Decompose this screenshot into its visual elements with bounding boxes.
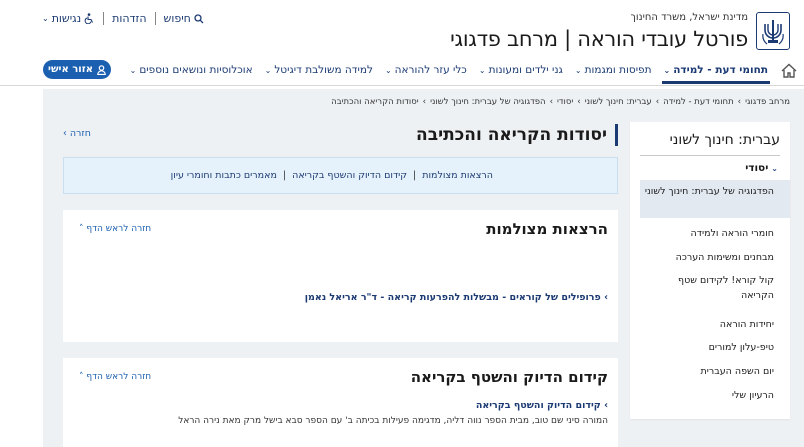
user-icon	[97, 64, 106, 75]
breadcrumb-separator: ›	[577, 97, 581, 107]
sidebar-divider	[640, 155, 780, 156]
breadcrumb-separator: ›	[737, 97, 742, 107]
lecture-link[interactable]: › פרופילים של קוראים - מבשלות להפרעות קר…	[305, 292, 608, 303]
sidebar-item-pedagogy[interactable]: הפדגוגיה של עברית: חינוך לשוני	[644, 184, 774, 199]
fluency-section: קידום הדיוק והשטף בקריאה חזרה לראש הדף ˄…	[63, 358, 618, 447]
anchor-lectures[interactable]: הרצאות מצולמות	[422, 170, 493, 181]
breadcrumb-item[interactable]: מרחב פדגוגי	[745, 97, 790, 107]
state-emblem-icon[interactable]	[756, 12, 790, 50]
anchor-links: הרצאות מצולמות | קידום הדיוק והשטף בקריא…	[63, 157, 618, 194]
sidebar-item-units[interactable]: יחידות הוראה	[644, 317, 774, 332]
chevron-up-icon: ˄	[79, 224, 84, 234]
login-link[interactable]: הזדהות	[112, 12, 146, 25]
site-header: מדינת ישראל, משרד החינוך פורטל עובדי הור…	[0, 0, 804, 58]
back-to-top-label: חזרה לראש הדף	[86, 372, 152, 382]
chevron-down-icon: ⌄	[264, 65, 272, 75]
sidebar-item-materials[interactable]: חומרי הוראה ולמידה	[644, 226, 774, 241]
chevron-down-icon: ⌄	[771, 163, 778, 173]
search-icon	[194, 13, 204, 23]
back-to-top-link[interactable]: חזרה לראש הדף ˄	[79, 224, 151, 234]
back-to-top-link[interactable]: חזרה לראש הדף ˄	[79, 372, 151, 382]
page-title: יסודות הקריאה והכתיבה	[416, 124, 618, 146]
fluency-link-label: קידום הדיוק והשטף בקריאה	[475, 400, 601, 411]
breadcrumb-current: יסודות הקריאה והכתיבה	[331, 97, 419, 107]
chevron-left-icon: ›	[604, 292, 608, 303]
back-label: חזרה	[69, 128, 91, 139]
sidebar-title[interactable]: עברית: חינוך לשוני	[670, 132, 780, 148]
sidebar: עברית: חינוך לשוני ⌄ יסודי הפדגוגיה של ע…	[630, 122, 790, 419]
accessibility-label: נגישות	[51, 12, 82, 25]
back-link[interactable]: חזרה ›	[63, 128, 91, 139]
content-area: מרחב פדגוגי › תחומי דעת - למידה › עברית: ח…	[43, 89, 804, 447]
home-icon[interactable]	[780, 62, 798, 80]
search-label: חיפוש	[163, 12, 191, 25]
chevron-left-icon: ›	[604, 400, 608, 411]
chevron-down-icon: ⌄	[663, 65, 671, 75]
fluency-link[interactable]: › קידום הדיוק והשטף בקריאה	[476, 400, 608, 411]
breadcrumb-separator: ›	[655, 97, 660, 107]
breadcrumb-separator: ›	[422, 97, 427, 107]
sidebar-item-my-idea[interactable]: הרעיון שלי	[644, 388, 774, 403]
nav-item-label: כלי עזר להוראה	[394, 64, 467, 76]
personal-area-button[interactable]: אזור אישי	[43, 60, 111, 79]
section-title: קידום הדיוק והשטף בקריאה	[410, 368, 608, 386]
nav-item-digital[interactable]: למידה משולבת דיגיטל ⌄	[259, 64, 379, 76]
anchor-separator: |	[282, 170, 287, 181]
anchor-fluency[interactable]: קידום הדיוק והשטף בקריאה	[292, 170, 407, 181]
nav-item-kindergartens[interactable]: גני ילדים ומעונות ⌄	[473, 64, 569, 76]
page-title-row: יסודות הקריאה והכתיבה חזרה ›	[63, 124, 618, 150]
breadcrumb-item[interactable]: תחומי דעת - למידה	[663, 97, 734, 107]
breadcrumb-item[interactable]: יסודי	[557, 97, 573, 107]
util-divider	[154, 12, 156, 25]
chevron-down-icon: ⌄	[384, 65, 392, 75]
fluency-description: המורה סיני שם טוב, מבית הספר נווה דליה, …	[178, 416, 608, 426]
anchor-articles[interactable]: מאמרים כתבות וחומרי עיון	[171, 170, 277, 181]
accessibility-link[interactable]: נגישות ⌄	[42, 12, 95, 25]
search-link[interactable]: חיפוש	[164, 12, 204, 25]
nav-item-label: תחומי דעת - למידה	[673, 64, 768, 76]
nav-item-label: למידה משולבת דיגיטל	[274, 64, 373, 76]
breadcrumb-item[interactable]: הפדגוגיה של עברית: חינוך לשוני	[430, 97, 546, 107]
nav-item-concepts[interactable]: תפיסות ומגמות ⌄	[569, 64, 658, 76]
personal-area-label: אזור אישי	[48, 64, 93, 75]
util-divider	[103, 12, 105, 25]
sidebar-item-call[interactable]: קול קורא! לקידום שטף הקריאה	[644, 273, 774, 303]
nav-item-subjects[interactable]: תחומי דעת - למידה ⌄	[658, 64, 774, 84]
utility-nav: חיפוש הזדהות נגישות ⌄	[42, 12, 204, 25]
breadcrumb-separator: ›	[549, 97, 554, 107]
accessibility-icon	[84, 13, 94, 24]
nav-item-teaching-tools[interactable]: כלי עזר להוראה ⌄	[379, 64, 473, 76]
sidebar-item-tests[interactable]: מבחנים ומשימות הערכה	[644, 250, 774, 265]
chevron-down-icon: ⌄	[478, 65, 486, 75]
back-to-top-label: חזרה לראש הדף	[86, 224, 152, 234]
sidebar-sub-elementary[interactable]: ⌄ יסודי	[745, 162, 778, 174]
login-label: הזדהות	[112, 12, 147, 25]
breadcrumb-item[interactable]: עברית: חינוך לשוני	[585, 97, 652, 107]
section-title: הרצאות מצולמות	[486, 220, 608, 238]
chevron-down-icon: ⌄	[42, 14, 49, 23]
breadcrumb: מרחב פדגוגי › תחומי דעת - למידה › עברית: ח…	[331, 97, 790, 107]
main-nav: תחומי דעת - למידה ⌄ תפיסות ומגמות ⌄ גני יל…	[0, 59, 804, 86]
chevron-left-icon: ›	[63, 128, 67, 139]
sidebar-item-hebrew-day[interactable]: יום השפה העברית	[644, 364, 774, 379]
nav-item-label: אוכלוסיות ונושאים נוספים	[139, 64, 253, 76]
nav-item-populations[interactable]: אוכלוסיות ונושאים נוספים ⌄	[124, 64, 259, 76]
chevron-down-icon: ⌄	[574, 65, 582, 75]
lectures-section: הרצאות מצולמות חזרה לראש הדף ˄ › פרופילי…	[63, 210, 618, 342]
anchor-separator: |	[413, 170, 417, 181]
sidebar-item-tip[interactable]: טיפ-עלון למורים	[644, 340, 774, 355]
nav-items: תחומי דעת - למידה ⌄ תפיסות ומגמות ⌄ גני יל…	[124, 64, 774, 84]
chevron-up-icon: ˄	[79, 372, 84, 382]
gov-line: מדינת ישראל, משרד החינוך	[630, 12, 749, 23]
portal-title[interactable]: פורטל עובדי הוראה | מרחב פדגוגי	[450, 27, 748, 51]
lecture-link-label: פרופילים של קוראים - מבשלות להפרעות קריא…	[304, 292, 601, 303]
nav-item-label: תפיסות ומגמות	[584, 64, 652, 76]
sidebar-sub-label: יסודי	[745, 162, 769, 174]
nav-item-label: גני ילדים ומעונות	[488, 64, 563, 76]
chevron-down-icon: ⌄	[129, 65, 137, 75]
